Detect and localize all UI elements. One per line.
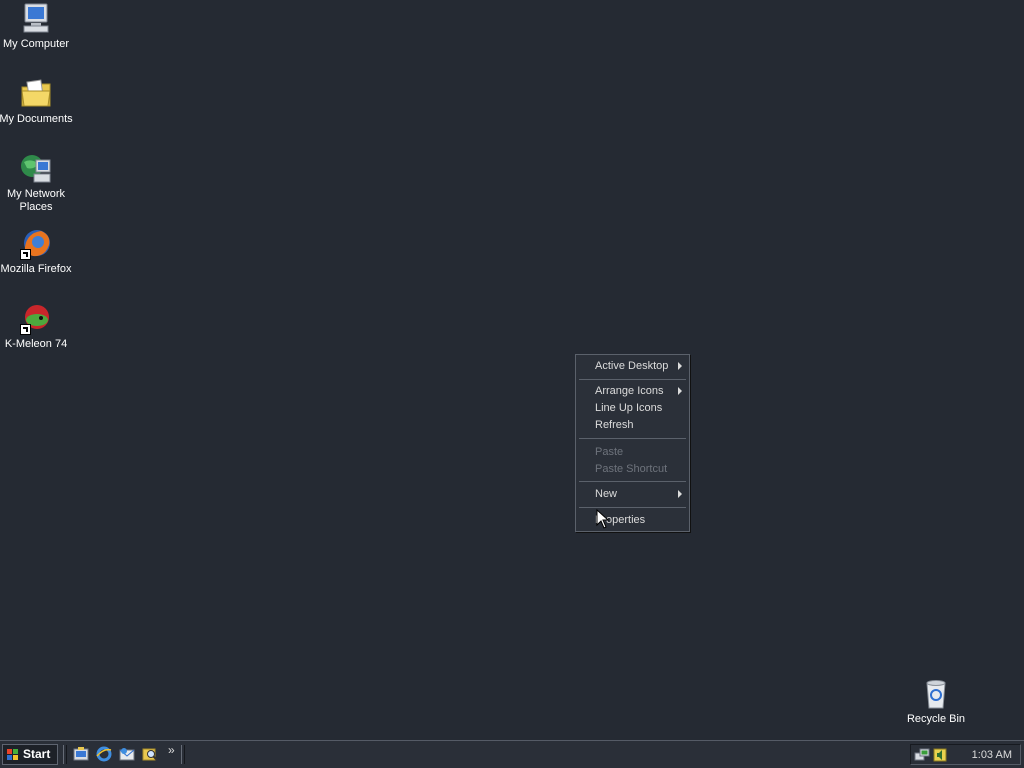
start-label: Start: [23, 747, 51, 761]
volume-tray-icon[interactable]: [932, 747, 948, 763]
system-tray: 1:03 AM: [910, 744, 1021, 765]
firefox-icon: [19, 227, 53, 261]
computer-icon: [19, 2, 53, 36]
desktop-icon-my-computer[interactable]: My Computer: [0, 2, 74, 51]
kmeleon-icon: [19, 302, 53, 336]
network-places-icon: [19, 152, 53, 186]
quick-launch-overflow-button[interactable]: »: [168, 743, 175, 757]
icon-label: My Documents: [0, 113, 73, 125]
icon-label: Recycle Bin: [906, 713, 966, 725]
search-icon[interactable]: [142, 746, 158, 762]
icon-label: My Network Places: [6, 188, 66, 213]
taskbar-clock[interactable]: 1:03 AM: [972, 749, 1012, 761]
menu-item-label: Paste Shortcut: [595, 463, 668, 475]
menu-item-label: Paste: [595, 446, 624, 458]
icon-label: My Computer: [2, 38, 70, 50]
menu-item-paste-shortcut: Paste Shortcut: [577, 461, 688, 477]
taskbar: Start » 1:03 AM: [0, 740, 1024, 768]
desktop-icon-my-network-places[interactable]: My Network Places: [0, 152, 74, 214]
menu-separator: [579, 379, 686, 380]
desktop-context-menu: Active Desktop Arrange Icons Line Up Ico…: [575, 354, 690, 532]
menu-item-refresh[interactable]: Refresh: [577, 417, 688, 433]
desktop-icon-my-documents[interactable]: My Documents: [0, 77, 74, 126]
icon-label: Mozilla Firefox: [0, 263, 72, 275]
menu-item-paste: Paste: [577, 444, 688, 460]
menu-item-label: Active Desktop: [595, 360, 669, 372]
show-desktop-icon[interactable]: [73, 746, 89, 762]
network-tray-icon[interactable]: [914, 747, 930, 763]
internet-explorer-icon[interactable]: [96, 746, 112, 762]
mouse-cursor-icon: [596, 509, 610, 529]
menu-item-new[interactable]: New: [577, 486, 688, 502]
menu-item-label: Line Up Icons: [595, 402, 663, 414]
recycle-bin-icon: [919, 677, 953, 711]
menu-separator: [579, 507, 686, 508]
submenu-arrow-icon: [678, 362, 682, 370]
menu-separator: [579, 438, 686, 439]
start-button[interactable]: Start: [2, 744, 58, 765]
menu-item-label: New: [595, 488, 618, 500]
shortcut-arrow-icon: [20, 249, 31, 260]
menu-item-label: Refresh: [595, 419, 634, 431]
submenu-arrow-icon: [678, 387, 682, 395]
taskbar-grip[interactable]: [63, 745, 67, 764]
menu-item-label: Arrange Icons: [595, 385, 664, 397]
menu-separator: [579, 481, 686, 482]
shortcut-arrow-icon: [20, 324, 31, 335]
taskbar-grip[interactable]: [181, 745, 185, 764]
desktop-icon-mozilla-firefox[interactable]: Mozilla Firefox: [0, 227, 74, 276]
menu-item-properties[interactable]: Properties: [577, 512, 688, 528]
icon-label: K-Meleon 74: [4, 338, 68, 350]
windows-flag-icon: [7, 749, 18, 760]
menu-item-line-up-icons[interactable]: Line Up Icons: [577, 400, 688, 416]
folder-documents-icon: [19, 77, 53, 111]
outlook-express-icon[interactable]: [119, 746, 135, 762]
submenu-arrow-icon: [678, 490, 682, 498]
menu-item-arrange-icons[interactable]: Arrange Icons: [577, 383, 688, 399]
desktop-icon-recycle-bin[interactable]: Recycle Bin: [898, 677, 974, 726]
menu-item-active-desktop[interactable]: Active Desktop: [577, 358, 688, 374]
desktop-icon-k-meleon[interactable]: K-Meleon 74: [0, 302, 74, 351]
